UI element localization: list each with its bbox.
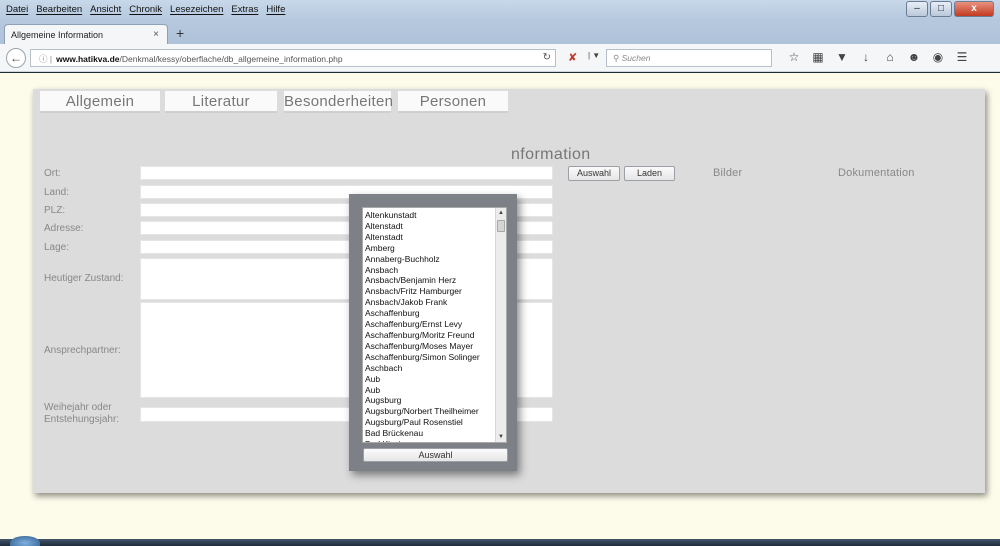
list-item[interactable]: Augsburg [365, 395, 497, 406]
scroll-down-icon[interactable]: ▼ [496, 432, 506, 442]
label-lage: Lage: [44, 242, 70, 253]
back-arrow-icon[interactable]: ← [6, 48, 26, 68]
dokumentation-label: Dokumentation [838, 167, 915, 179]
tab-literatur[interactable]: Literatur [165, 91, 277, 113]
list-item[interactable]: Bad Brückenau [365, 428, 497, 439]
list-item[interactable]: Ansbach/Fritz Hamburger [365, 286, 497, 297]
list-item[interactable]: Annaberg-Buchholz [365, 254, 497, 265]
list-item[interactable]: Aub [365, 374, 497, 385]
menu-item-lesezeichen[interactable]: Lesezeichen [170, 4, 223, 15]
reload-icon[interactable]: ↻ [543, 52, 551, 63]
list-item[interactable]: Amberg [365, 243, 497, 254]
navigation-bar: ← ⓘ | www.hatikva.de/Denkmal/kessy/oberfl… [0, 44, 1000, 72]
chat-icon[interactable]: ☻ [902, 50, 926, 64]
addon-dropdown-icon[interactable]: | ▼ [588, 51, 600, 60]
listbox-scrollbar[interactable]: ▲ ▼ [495, 208, 506, 442]
auswahl-button[interactable]: Auswahl [568, 166, 620, 181]
menu-item-bearbeiten[interactable]: Bearbeiten [36, 4, 82, 15]
label-weihejahr-line2: Entstehungsjahr: [44, 414, 120, 425]
minimize-button[interactable]: – [906, 1, 928, 17]
list-item[interactable]: Augsburg/Paul Rosenstiel [365, 417, 497, 428]
scroll-thumb[interactable] [497, 220, 505, 232]
close-window-button[interactable]: x [954, 1, 994, 17]
search-input[interactable]: ⚲ Suchen [606, 49, 772, 67]
list-item[interactable]: Aschaffenburg/Ernst Levy [365, 319, 497, 330]
list-item[interactable]: Ansbach [365, 265, 497, 276]
menu-items: Datei Bearbeiten Ansicht Chronik Lesezeichen… [6, 4, 293, 15]
selection-dialog: Altenkunstadt Altenstadt Altenstadt Amberg A… [349, 194, 517, 471]
start-button[interactable] [10, 536, 40, 546]
close-tab-icon[interactable]: × [153, 29, 159, 40]
list-item[interactable]: Aschbach [365, 363, 497, 374]
menu-item-datei[interactable]: Datei [6, 4, 28, 15]
ort-field[interactable] [140, 166, 553, 180]
download-icon[interactable]: ↓ [854, 50, 878, 64]
list-item[interactable]: Bad Kissingen [365, 439, 497, 442]
tab-title: Allgemeine Information [11, 30, 104, 40]
bilder-label: Bilder [713, 167, 743, 179]
label-heutiger-zustand: Heutiger Zustand: [44, 273, 124, 284]
label-plz: PLZ: [44, 205, 66, 216]
menu-item-hilfe[interactable]: Hilfe [266, 4, 285, 15]
page-heading: nformation [511, 146, 591, 163]
list-item[interactable]: Altenkunstadt [365, 210, 497, 221]
menu-item-ansicht[interactable]: Ansicht [90, 4, 121, 15]
search-placeholder: Suchen [621, 53, 651, 63]
hamburger-menu-icon[interactable]: ☰ [950, 50, 974, 64]
url-path: /Denkmal/kessy/oberflache/db_allgemeine_… [119, 54, 343, 64]
list-item[interactable]: Aschaffenburg [365, 308, 497, 319]
tab-besonderheiten[interactable]: Besonderheiten [284, 91, 393, 113]
label-adresse: Adresse: [44, 223, 84, 234]
info-icon: ⓘ | [39, 54, 53, 64]
tab-allgemein[interactable]: Allgemein [40, 91, 160, 113]
page-content: Allgemein Literatur Besonderheiten Perso… [0, 73, 1000, 539]
window-controls: – □ x [904, 1, 994, 17]
label-weihejahr: Weihejahr oder Entstehungsjahr: [44, 402, 119, 426]
toolbar-icons: ☆ ▦ ▼ ↓ ⌂ ☻ ◉ ☰ [782, 50, 974, 64]
list-item[interactable]: Aschaffenburg/Moritz Freund [365, 330, 497, 341]
bookmark-star-icon[interactable]: ☆ [782, 50, 806, 64]
label-land: Land: [44, 187, 70, 198]
dialog-auswahl-button[interactable]: Auswahl [363, 448, 508, 462]
addon-icon[interactable]: ✘ [568, 51, 577, 64]
list-item[interactable]: Ansbach/Jakob Frank [365, 297, 497, 308]
label-weihejahr-line1: Weihejahr oder [44, 402, 112, 413]
tab-bar: Allgemeine Information × + [0, 22, 1000, 44]
pocket-icon[interactable]: ▼ [830, 50, 854, 64]
menu-item-chronik[interactable]: Chronik [129, 4, 162, 15]
list-item[interactable]: Altenstadt [365, 221, 497, 232]
list-item[interactable]: Altenstadt [365, 232, 497, 243]
listbox-items: Altenkunstadt Altenstadt Altenstadt Amberg A… [365, 210, 497, 442]
url-host: www.hatikva.de [56, 54, 120, 64]
menu-bar: Datei Bearbeiten Ansicht Chronik Lesezeichen… [0, 0, 1000, 22]
tab-allgemeine-information[interactable]: Allgemeine Information × [4, 24, 168, 44]
list-item[interactable]: Ansbach/Benjamin Herz [365, 275, 497, 286]
list-item[interactable]: Augsburg/Norbert Theilheimer [365, 406, 497, 417]
tab-personen[interactable]: Personen [398, 91, 508, 113]
addon-menu-icon[interactable]: ◉ [926, 50, 950, 64]
search-icon: ⚲ [613, 53, 620, 63]
browser-window: Datei Bearbeiten Ansicht Chronik Lesezeichen… [0, 0, 1000, 546]
list-item[interactable]: Aschaffenburg/Moses Mayer [365, 341, 497, 352]
scroll-up-icon[interactable]: ▲ [496, 208, 506, 218]
menu-item-extras[interactable]: Extras [231, 4, 258, 15]
location-listbox[interactable]: Altenkunstadt Altenstadt Altenstadt Amberg A… [362, 207, 507, 443]
taskbar [0, 539, 1000, 546]
maximize-button[interactable]: □ [930, 1, 952, 17]
list-item[interactable]: Aschaffenburg/Simon Solinger [365, 352, 497, 363]
label-ort: Ort: [44, 168, 61, 179]
url-bar[interactable]: ⓘ | www.hatikva.de/Denkmal/kessy/oberflac… [30, 49, 556, 67]
label-ansprechpartner: Ansprechpartner: [44, 345, 121, 356]
list-item[interactable]: Aub [365, 385, 497, 396]
reading-list-icon[interactable]: ▦ [806, 50, 830, 64]
new-tab-button[interactable]: + [176, 25, 184, 41]
laden-button[interactable]: Laden [624, 166, 675, 181]
home-icon[interactable]: ⌂ [878, 50, 902, 64]
